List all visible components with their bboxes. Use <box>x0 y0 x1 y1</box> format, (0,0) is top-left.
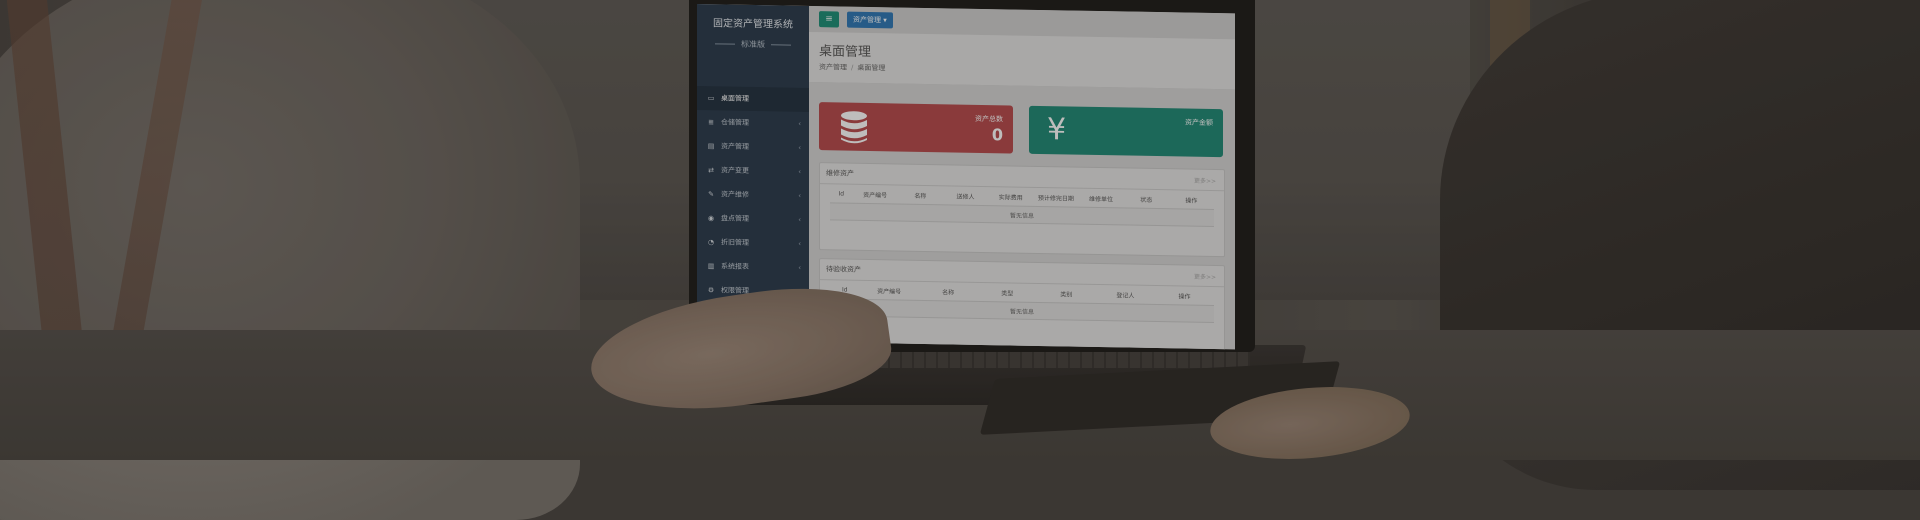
sidebar-item-label: 桌面管理 <box>721 94 749 103</box>
stat-label: 资产金额 <box>1185 118 1213 128</box>
column-header: 操作 <box>1185 197 1198 205</box>
sidebar-item-label: 资产变更 <box>721 166 749 175</box>
pie-icon: ◔ <box>707 238 715 247</box>
sidebar-item[interactable]: ✎ 资产维修 ‹ <box>697 182 809 208</box>
database-icon: ≣ <box>708 118 714 127</box>
sidebar-item[interactable]: ▤ 资产管理 ‹ <box>697 134 809 160</box>
sidebar-item-label: 资产维修 <box>721 190 749 199</box>
column-header: 名称 <box>914 192 927 200</box>
sidebar-item-label: 盘点管理 <box>721 214 749 223</box>
column-header: 操作 <box>1178 292 1191 301</box>
gear-icon: ⚙ <box>707 286 715 295</box>
app-edition: 标准版 <box>697 38 809 51</box>
sidebar-item[interactable]: ▭ 桌面管理 <box>697 86 809 112</box>
sidebar-item[interactable]: ▥ 系统报表 ‹ <box>697 254 809 280</box>
panel-repair-assets: 维修资产 更多>> Id 资产编号 名称 送修人 实际费用 预计修完日期 维修单位 状态 操作 … <box>819 162 1225 258</box>
exchange-icon: ⇄ <box>708 166 714 175</box>
sidebar-item[interactable]: ≣ 仓储管理 ‹ <box>697 110 809 136</box>
column-header: 资产编号 <box>863 191 888 199</box>
chevron-left-icon: ‹ <box>798 239 801 248</box>
column-header: 登记人 <box>1116 291 1135 300</box>
sidebar-menu: ▭ 桌面管理 ≣ 仓储管理 ‹ ▤ 资产管理 ‹ ⇄ 资产变更 ‹ ✎ 资产维修 ‹ ◉ 盘点管理 ‹ ◔ 折旧管理… <box>697 86 809 304</box>
file-icon: ▤ <box>707 142 715 151</box>
chevron-left-icon: ‹ <box>798 167 801 176</box>
column-header: 实际费用 <box>998 193 1023 202</box>
sidebar-item-label: 系统报表 <box>721 262 749 271</box>
sidebar-item[interactable]: ◉ 盘点管理 ‹ <box>697 206 809 232</box>
sidebar-item-label: 折旧管理 <box>721 238 749 247</box>
bar-chart-icon: ▥ <box>707 262 715 271</box>
column-header: 送修人 <box>956 193 975 201</box>
database-icon <box>841 111 867 144</box>
breadcrumb-item[interactable]: 资产管理 <box>819 63 847 71</box>
page-title: 桌面管理 <box>819 44 872 61</box>
more-link[interactable]: 更多>> <box>1194 272 1216 281</box>
sidebar-item[interactable]: ◔ 折旧管理 ‹ <box>697 230 809 256</box>
chevron-left-icon: ‹ <box>798 215 801 224</box>
monitor-icon: ▭ <box>707 94 715 103</box>
chevron-left-icon: ‹ <box>798 191 801 200</box>
stat-card-asset-count[interactable]: 资产总数 0 <box>819 102 1013 154</box>
column-header: 状态 <box>1140 196 1153 204</box>
stat-card-asset-amount[interactable]: ¥ 资产金额 <box>1029 105 1223 158</box>
chevron-left-icon: ‹ <box>798 119 801 128</box>
menu-toggle-button[interactable]: ≡ <box>819 11 839 28</box>
column-header: 类别 <box>1060 290 1073 299</box>
panel-title: 维修资产 <box>826 169 854 178</box>
column-header: Id <box>838 189 845 198</box>
column-header: 资产编号 <box>877 287 902 296</box>
column-header: 维修单位 <box>1089 195 1114 203</box>
sidebar-item-label: 仓储管理 <box>721 118 749 127</box>
chevron-left-icon: ‹ <box>798 263 801 272</box>
page-header: 桌面管理 资产管理 / 桌面管理 <box>809 31 1235 91</box>
more-link[interactable]: 更多>> <box>1194 176 1216 185</box>
sidebar-item[interactable]: ⇄ 资产变更 ‹ <box>697 158 809 184</box>
stat-value: 0 <box>991 125 1003 145</box>
column-header: 预计修完日期 <box>1037 194 1074 203</box>
breadcrumb-item: 桌面管理 <box>857 63 886 73</box>
eye-icon: ◉ <box>707 214 715 223</box>
sidebar-item-label: 资产管理 <box>721 142 749 151</box>
column-header: 名称 <box>942 288 955 296</box>
module-dropdown-button[interactable]: 资产管理 ▾ <box>847 11 893 29</box>
app-brand-title: 固定资产管理系统 <box>713 18 793 31</box>
column-header: 类型 <box>1001 289 1014 298</box>
stat-label: 资产总数 <box>975 114 1003 124</box>
chevron-left-icon: ‹ <box>798 143 801 152</box>
yen-icon: ¥ <box>1047 112 1067 148</box>
wrench-icon: ✎ <box>708 190 714 199</box>
panel-title: 待验收资产 <box>826 265 861 274</box>
breadcrumb: 资产管理 / 桌面管理 <box>819 63 886 73</box>
